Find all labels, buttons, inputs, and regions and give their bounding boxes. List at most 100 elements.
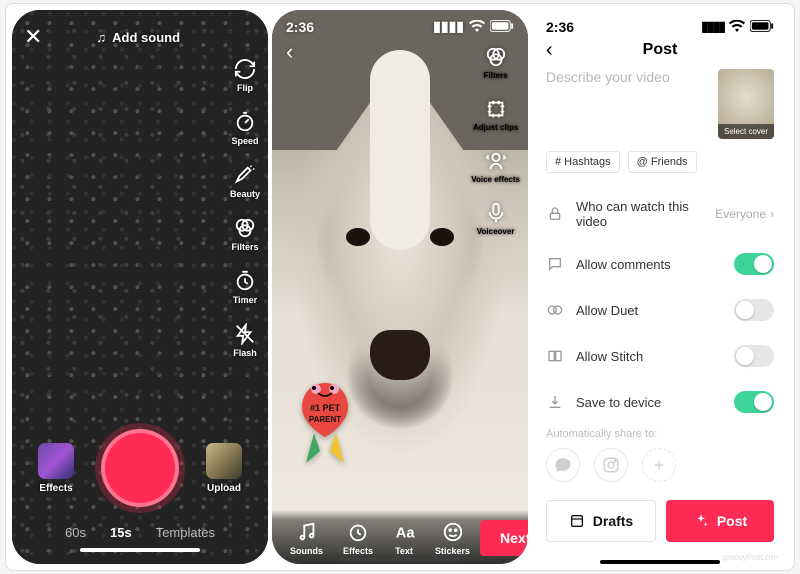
music-icon xyxy=(296,521,318,543)
mode-selector: 60s 15s Templates xyxy=(65,525,215,540)
signal-icon: ▮▮▮▮ xyxy=(433,18,464,35)
music-note-icon: ♫ xyxy=(96,30,106,45)
duet-toggle[interactable] xyxy=(734,299,774,321)
stickers-tool[interactable]: Stickers xyxy=(435,521,470,556)
microphone-icon xyxy=(485,202,507,224)
upload-button[interactable]: Upload xyxy=(206,443,242,494)
upload-thumbnail xyxy=(206,443,242,479)
page-title: Post xyxy=(643,41,678,59)
text-icon: Aa xyxy=(393,521,415,543)
share-more-button[interactable] xyxy=(642,448,676,482)
drafts-icon xyxy=(569,513,585,529)
effects-thumbnail xyxy=(38,443,74,479)
friends-chip[interactable]: @ Friends xyxy=(628,151,697,173)
voice-effects-icon xyxy=(485,150,507,172)
filters-tool[interactable]: Filters xyxy=(231,217,258,252)
beauty-label: Beauty xyxy=(230,189,260,199)
lock-icon xyxy=(546,206,564,222)
effects-button[interactable]: Effects xyxy=(38,443,74,494)
voiceover-tool[interactable]: Voiceover xyxy=(477,202,515,236)
voice-effects-tool[interactable]: Voice effects xyxy=(471,150,520,184)
save-toggle[interactable] xyxy=(734,391,774,413)
post-button[interactable]: Post xyxy=(666,500,774,542)
svg-text:#1 PET: #1 PET xyxy=(310,403,341,413)
status-bar: 2:36 ▮▮▮▮ xyxy=(272,10,528,35)
sparkle-icon xyxy=(693,513,709,529)
chevron-right-icon: › xyxy=(770,207,774,221)
status-time: 2:36 xyxy=(546,19,574,35)
status-time: 2:36 xyxy=(286,19,314,35)
effects-tool[interactable]: Effects xyxy=(343,521,373,556)
effects-label: Effects xyxy=(38,483,74,494)
next-button[interactable]: Next xyxy=(480,520,528,556)
back-button[interactable]: ‹ xyxy=(546,39,553,62)
record-button[interactable] xyxy=(101,429,179,507)
filters-label: Filters xyxy=(231,242,258,252)
add-sound-button[interactable]: ♫ Add sound xyxy=(96,30,180,45)
sounds-tool[interactable]: Sounds xyxy=(290,521,323,556)
flip-label: Flip xyxy=(237,83,253,93)
preview-screen: 2:36 ▮▮▮▮ ‹ Filters Adjust clips Voice e… xyxy=(272,10,528,564)
privacy-row[interactable]: Who can watch this video Everyone› xyxy=(546,187,774,241)
download-icon xyxy=(546,394,564,410)
battery-icon xyxy=(490,19,514,35)
post-header: ‹ Post xyxy=(532,35,788,69)
pet-parent-sticker[interactable]: #1 PET PARENT xyxy=(286,371,364,476)
mode-15s[interactable]: 15s xyxy=(110,525,132,540)
svg-text:Aa: Aa xyxy=(396,526,415,542)
text-tool[interactable]: Aa Text xyxy=(393,521,415,556)
duet-icon xyxy=(546,302,564,318)
mode-60s[interactable]: 60s xyxy=(65,525,86,540)
speed-label: Speed xyxy=(231,136,258,146)
cover-label: Select cover xyxy=(718,124,774,139)
plus-icon xyxy=(652,458,666,472)
allow-comments-row: Allow comments xyxy=(546,241,774,287)
timer-tool[interactable]: Timer xyxy=(233,270,257,305)
flip-icon xyxy=(234,58,256,80)
beauty-icon xyxy=(234,164,256,186)
mode-templates[interactable]: Templates xyxy=(156,525,215,540)
allow-duet-row: Allow Duet xyxy=(546,287,774,333)
comments-toggle[interactable] xyxy=(734,253,774,275)
status-bar: 2:36 ▮▮▮▮ xyxy=(532,10,788,35)
flip-tool[interactable]: Flip xyxy=(234,58,256,93)
close-icon[interactable]: ✕ xyxy=(24,24,42,50)
stitch-toggle[interactable] xyxy=(734,345,774,367)
timer-label: Timer xyxy=(233,295,257,305)
beauty-tool[interactable]: Beauty xyxy=(230,164,260,199)
wifi-icon xyxy=(729,19,745,35)
clock-icon xyxy=(347,521,369,543)
capture-screen: ✕ ♫ Add sound Flip Speed Beauty Fil xyxy=(12,10,268,564)
signal-icon: ▮▮▮▮ xyxy=(701,18,724,35)
post-screen: 2:36 ▮▮▮▮ ‹ Post Describe your video Sel… xyxy=(532,10,788,564)
home-indicator xyxy=(80,548,200,552)
upload-label: Upload xyxy=(206,483,242,494)
select-cover-button[interactable]: Select cover xyxy=(718,69,774,139)
timer-icon xyxy=(234,270,256,292)
home-indicator xyxy=(600,560,720,564)
battery-icon xyxy=(750,19,774,35)
chat-bubble-icon xyxy=(554,456,572,474)
comment-icon xyxy=(546,256,564,272)
flash-tool[interactable]: Flash xyxy=(233,323,257,358)
adjust-clips-icon xyxy=(485,98,507,120)
share-instagram-button[interactable] xyxy=(594,448,628,482)
svg-text:PARENT: PARENT xyxy=(309,415,341,424)
watermark: groovyPost.com xyxy=(723,553,780,562)
save-device-row: Save to device xyxy=(546,379,774,425)
drafts-button[interactable]: Drafts xyxy=(546,500,656,542)
speed-tool[interactable]: Speed xyxy=(231,111,258,146)
adjust-clips-tool[interactable]: Adjust clips xyxy=(473,98,518,132)
flash-label: Flash xyxy=(233,348,257,358)
instagram-icon xyxy=(602,456,620,474)
wifi-icon xyxy=(469,19,485,35)
allow-stitch-row: Allow Stitch xyxy=(546,333,774,379)
speed-icon xyxy=(234,111,256,133)
filters-icon xyxy=(234,217,256,239)
hashtags-chip[interactable]: # Hashtags xyxy=(546,151,620,173)
add-sound-label: Add sound xyxy=(112,30,180,45)
share-message-button[interactable] xyxy=(546,448,580,482)
description-input[interactable]: Describe your video xyxy=(546,69,710,139)
stitch-icon xyxy=(546,348,564,364)
back-button[interactable]: ‹ xyxy=(272,35,528,69)
